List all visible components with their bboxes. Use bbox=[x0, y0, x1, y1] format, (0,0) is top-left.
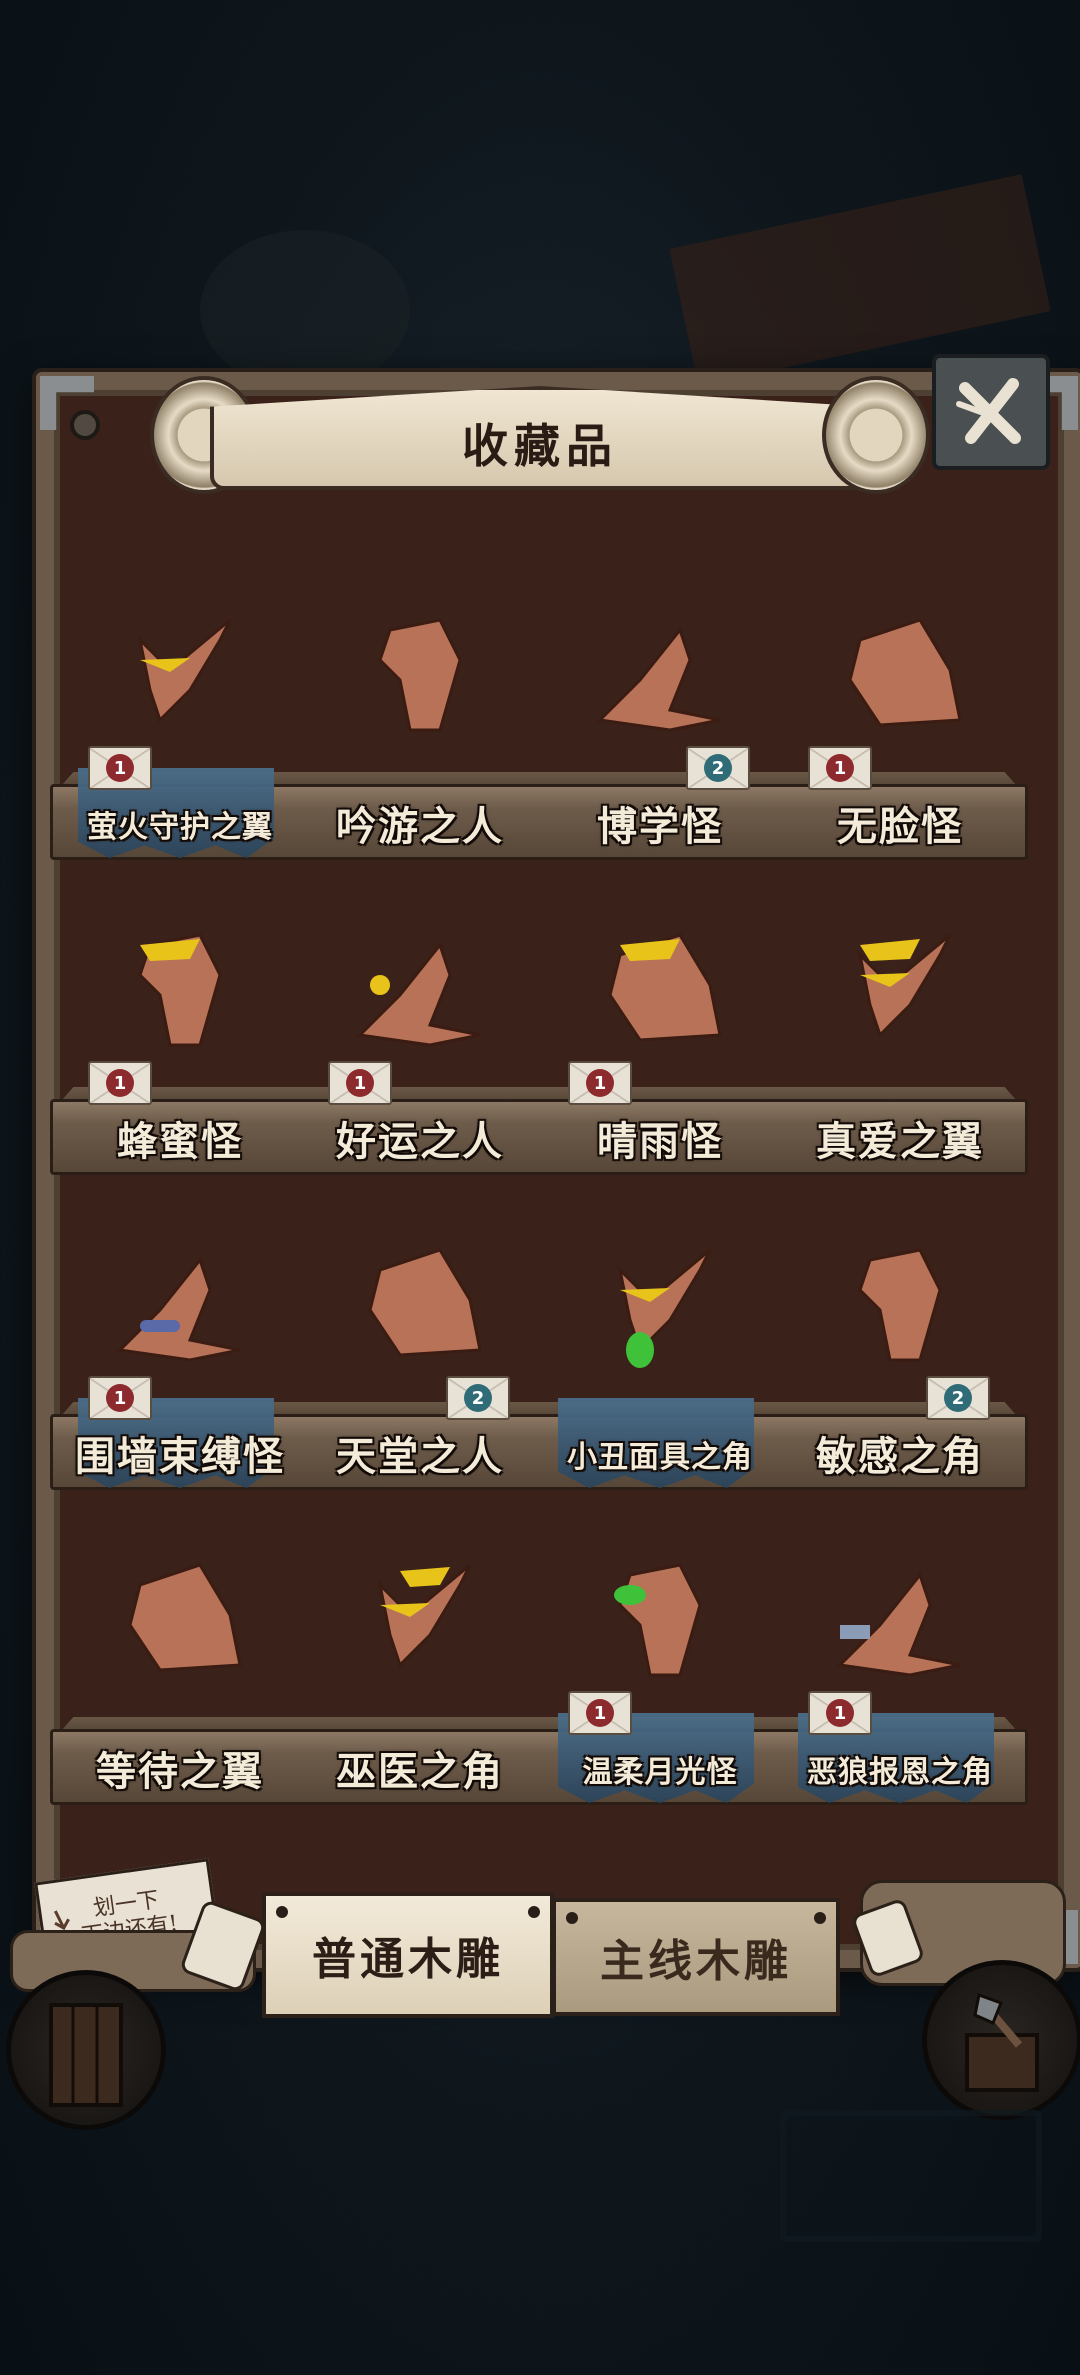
badge-count: 1 bbox=[346, 1069, 374, 1097]
tab-normal-carvings[interactable]: 普通木雕 bbox=[262, 1892, 554, 2018]
shelf-row: 1 蜂蜜怪 1 好运之人 1 晴雨怪 真爱之翼 bbox=[50, 855, 1028, 1175]
pin-icon bbox=[276, 1906, 288, 1918]
collectible-name: 温柔月光怪 bbox=[582, 1755, 738, 1790]
carving-figure-icon bbox=[836, 1571, 961, 1677]
badge-count: 2 bbox=[944, 1384, 972, 1412]
collectible-item[interactable]: 1 萤火守护之翼 bbox=[60, 540, 300, 860]
collectible-name: 蜂蜜怪 bbox=[117, 1118, 243, 1165]
collectible-item[interactable]: 1 晴雨怪 bbox=[540, 855, 780, 1175]
axe-button[interactable] bbox=[922, 1960, 1080, 2120]
collectible-item[interactable]: 真爱之翼 bbox=[780, 855, 1020, 1175]
rivet bbox=[70, 410, 100, 440]
collectible-item[interactable]: 1 无脸怪 bbox=[780, 540, 1020, 860]
shelf-row: 等待之翼 巫医之角 1 温柔月光怪 1 恶狼报恩之角 bbox=[50, 1485, 1028, 1805]
letter-badge: 1 bbox=[568, 1061, 632, 1105]
collectible-item[interactable]: 1 蜂蜜怪 bbox=[60, 855, 300, 1175]
collectible-item[interactable]: 吟游之人 bbox=[300, 540, 540, 860]
carving-figure-icon bbox=[138, 933, 222, 1047]
letter-badge: 1 bbox=[568, 1691, 632, 1735]
carving-figure-icon bbox=[378, 618, 462, 732]
badge-count: 1 bbox=[586, 1069, 614, 1097]
carving-figure-icon bbox=[858, 1248, 942, 1362]
collectible-item[interactable]: 小丑面具之角 bbox=[540, 1170, 780, 1490]
collectible-item[interactable]: 等待之翼 bbox=[60, 1485, 300, 1805]
pin-icon bbox=[814, 1912, 826, 1924]
letter-badge: 1 bbox=[328, 1061, 392, 1105]
carving-figure-icon bbox=[617, 1248, 712, 1368]
collectible-name: 小丑面具之角 bbox=[567, 1440, 753, 1475]
carving-figure-icon bbox=[128, 1563, 242, 1672]
collectible-name: 天堂之人 bbox=[336, 1433, 504, 1480]
letter-badge: 1 bbox=[88, 1061, 152, 1105]
badge-count: 1 bbox=[106, 1069, 134, 1097]
carving-figure bbox=[100, 1545, 260, 1719]
carving-figure-icon bbox=[857, 933, 952, 1038]
collectible-item[interactable]: 2 天堂之人 bbox=[300, 1170, 540, 1490]
collectible-name: 围墙束缚怪 bbox=[75, 1433, 285, 1480]
collectible-item[interactable]: 1 好运之人 bbox=[300, 855, 540, 1175]
collectible-name: 恶狼报恩之角 bbox=[807, 1755, 993, 1790]
carving-figure-icon bbox=[377, 1563, 472, 1668]
collectible-item[interactable]: 1 围墙束缚怪 bbox=[60, 1170, 300, 1490]
title-banner: 收藏品 bbox=[150, 366, 930, 506]
carving-figure-icon bbox=[116, 1256, 241, 1362]
collectible-item[interactable]: 2 博学怪 bbox=[540, 540, 780, 860]
collectible-item[interactable]: 1 恶狼报恩之角 bbox=[780, 1485, 1020, 1805]
letter-badge: 1 bbox=[808, 746, 872, 790]
collectible-name: 吟游之人 bbox=[336, 803, 504, 850]
floor-decoration bbox=[780, 2110, 1042, 2242]
collectible-name: 等待之翼 bbox=[96, 1748, 264, 1795]
badge-count: 1 bbox=[586, 1699, 614, 1727]
door-icon bbox=[49, 2003, 123, 2107]
pin-icon bbox=[528, 1906, 540, 1918]
carving-figure-icon bbox=[356, 941, 481, 1047]
pin-icon bbox=[566, 1912, 578, 1924]
collectible-name: 真爱之翼 bbox=[816, 1118, 984, 1165]
letter-badge: 1 bbox=[808, 1691, 872, 1735]
tab-label: 主线木雕 bbox=[600, 1936, 792, 1987]
close-icon bbox=[956, 378, 1021, 444]
badge-count: 2 bbox=[464, 1384, 492, 1412]
badge-count: 2 bbox=[704, 754, 732, 782]
carving-figure bbox=[340, 1545, 500, 1719]
collectible-name: 博学怪 bbox=[597, 803, 723, 850]
letter-badge: 2 bbox=[926, 1376, 990, 1420]
badge-count: 1 bbox=[826, 754, 854, 782]
collectible-name: 无脸怪 bbox=[837, 803, 963, 850]
carving-figure-icon bbox=[614, 1563, 702, 1677]
axe-icon bbox=[965, 1992, 1039, 2092]
collectible-name: 好运之人 bbox=[336, 1118, 504, 1165]
page-title: 收藏品 bbox=[462, 419, 618, 473]
tab-label: 普通木雕 bbox=[312, 1934, 504, 1985]
collectible-name: 敏感之角 bbox=[816, 1433, 984, 1480]
carving-figure bbox=[820, 915, 980, 1089]
collectible-name: 晴雨怪 bbox=[597, 1118, 723, 1165]
letter-badge: 1 bbox=[88, 1376, 152, 1420]
carving-figure bbox=[580, 1230, 740, 1404]
shelf-row: 1 围墙束缚怪 2 天堂之人 小丑面具之角 2 敏感之角 bbox=[50, 1170, 1028, 1490]
shelf-row: 1 萤火守护之翼 吟游之人 2 博学怪 1 无脸怪 bbox=[50, 540, 1028, 860]
collectible-name: 巫医之角 bbox=[336, 1748, 504, 1795]
letter-badge: 2 bbox=[446, 1376, 510, 1420]
letter-badge: 1 bbox=[88, 746, 152, 790]
door-button[interactable] bbox=[6, 1970, 166, 2130]
carving-figure-icon bbox=[848, 618, 962, 727]
carving-figure-icon bbox=[137, 618, 232, 723]
badge-count: 1 bbox=[106, 1384, 134, 1412]
letter-badge: 2 bbox=[686, 746, 750, 790]
collectible-item[interactable]: 1 温柔月光怪 bbox=[540, 1485, 780, 1805]
carving-figure bbox=[340, 600, 500, 774]
badge-count: 1 bbox=[106, 754, 134, 782]
collectible-name: 萤火守护之翼 bbox=[87, 810, 273, 845]
carving-figure-icon bbox=[608, 933, 722, 1042]
badge-count: 1 bbox=[826, 1699, 854, 1727]
collectible-item[interactable]: 巫医之角 bbox=[300, 1485, 540, 1805]
collectible-item[interactable]: 2 敏感之角 bbox=[780, 1170, 1020, 1490]
carving-figure-icon bbox=[368, 1248, 482, 1357]
tab-main-carvings[interactable]: 主线木雕 bbox=[552, 1898, 840, 2016]
close-button[interactable] bbox=[932, 354, 1050, 470]
carving-figure-icon bbox=[596, 626, 721, 732]
